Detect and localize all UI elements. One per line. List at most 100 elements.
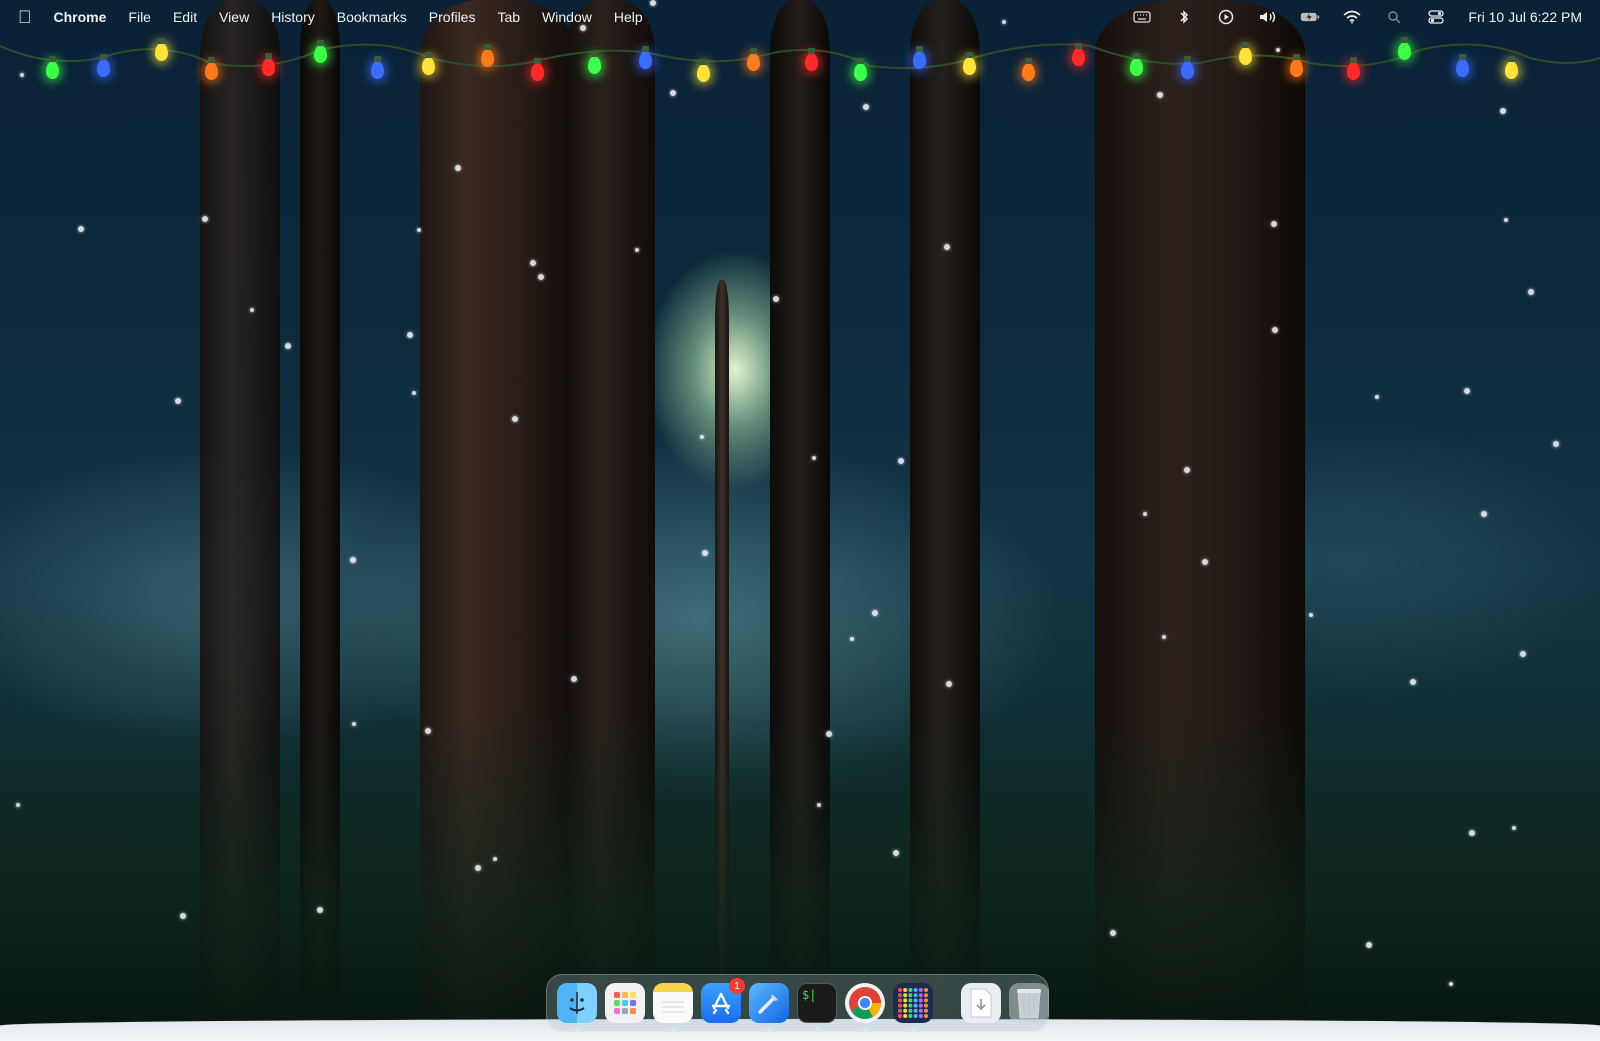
grid-dot xyxy=(913,1003,918,1008)
light-bulb xyxy=(1181,56,1194,79)
dock: 1 $| xyxy=(546,974,1049,1032)
snowflake xyxy=(475,865,481,871)
snowflake xyxy=(1184,467,1190,473)
snowflake xyxy=(702,550,708,556)
dock-chrome[interactable] xyxy=(845,983,885,1032)
dock-notes[interactable] xyxy=(653,983,693,1032)
menu-bar-clock[interactable]: Fri 10 Jul 6:22 PM xyxy=(1468,9,1582,25)
grid-dot xyxy=(918,1008,923,1013)
grid-dot xyxy=(918,1003,923,1008)
grid-dot xyxy=(924,1003,928,1008)
dock-xcode[interactable] xyxy=(749,983,789,1032)
grid-dot xyxy=(924,1014,928,1018)
menu-edit[interactable]: Edit xyxy=(173,9,197,25)
snowflake xyxy=(1410,679,1416,685)
snowflake xyxy=(425,728,431,734)
light-bulb xyxy=(1398,37,1411,60)
snowflake xyxy=(817,803,821,807)
play-icon[interactable] xyxy=(1216,9,1236,25)
grid-dot xyxy=(903,988,908,992)
grid-dot xyxy=(913,1014,918,1018)
snowflake xyxy=(1272,327,1278,333)
grid-dot xyxy=(908,993,913,998)
bluetooth-icon[interactable] xyxy=(1174,9,1194,25)
snowflake xyxy=(1553,441,1559,447)
snowflake xyxy=(1504,218,1508,222)
dock-grid-app[interactable] xyxy=(893,983,933,1032)
light-bulb xyxy=(1239,42,1252,65)
dock-terminal[interactable]: $| xyxy=(797,983,837,1031)
snowflake xyxy=(812,456,816,460)
snowflake xyxy=(944,244,950,250)
light-bulb xyxy=(1505,56,1518,79)
dock-downloads-stack[interactable] xyxy=(961,983,1001,1023)
finder-icon xyxy=(569,992,585,1014)
dock-finder[interactable] xyxy=(557,983,597,1032)
snowflake xyxy=(893,850,899,856)
snowflake xyxy=(635,248,639,252)
light-bulb xyxy=(639,46,652,69)
menu-view[interactable]: View xyxy=(219,9,249,25)
keyboard-icon[interactable] xyxy=(1132,9,1152,25)
snowflake xyxy=(352,722,356,726)
dock-trash[interactable] xyxy=(1009,983,1049,1023)
wifi-icon[interactable] xyxy=(1342,9,1362,25)
snowflake xyxy=(1512,826,1516,830)
spotlight-search-icon[interactable] xyxy=(1384,9,1404,25)
light-bulb xyxy=(697,59,710,82)
snowflake xyxy=(493,857,497,861)
menu-history[interactable]: History xyxy=(271,9,315,25)
apple-logo-icon[interactable]:  xyxy=(18,7,32,28)
grid-dot xyxy=(898,998,902,1003)
light-bulb xyxy=(46,56,59,79)
snowflake xyxy=(250,308,254,312)
menu-window[interactable]: Window xyxy=(542,9,592,25)
running-indicator xyxy=(911,1028,915,1032)
snowflake xyxy=(1366,942,1372,948)
notes-icon xyxy=(662,1001,684,1013)
snowflake xyxy=(417,228,421,232)
light-bulb xyxy=(97,54,110,77)
menu-bookmarks[interactable]: Bookmarks xyxy=(337,9,407,25)
snowflake xyxy=(202,216,208,222)
light-bulb xyxy=(422,52,435,75)
menu-app-name[interactable]: Chrome xyxy=(54,9,107,25)
menu-bar:  Chrome File Edit View History Bookmark… xyxy=(0,0,1600,34)
volume-icon[interactable] xyxy=(1258,9,1278,25)
snowflake xyxy=(412,391,416,395)
snowflake xyxy=(78,226,84,232)
dotted-grid-app-icon xyxy=(898,988,928,1018)
grid-dot xyxy=(898,993,902,998)
snowflake xyxy=(317,907,323,913)
control-center-icon[interactable] xyxy=(1426,9,1446,25)
light-bulb xyxy=(1022,58,1035,81)
snowflake xyxy=(16,803,20,807)
menu-help[interactable]: Help xyxy=(614,9,643,25)
trash-icon xyxy=(1017,989,1041,1019)
grid-dot xyxy=(918,993,923,998)
light-bulb xyxy=(854,58,867,81)
snowflake xyxy=(863,104,869,110)
grid-dot xyxy=(898,1008,902,1013)
dock-launchpad[interactable] xyxy=(605,983,645,1023)
menu-file[interactable]: File xyxy=(128,9,151,25)
battery-charging-icon[interactable] xyxy=(1300,9,1320,25)
grid-dot xyxy=(908,1014,913,1018)
snowflake xyxy=(700,435,704,439)
snowflake xyxy=(1481,511,1487,517)
snowflake xyxy=(1162,635,1166,639)
light-bulb xyxy=(1290,54,1303,77)
menu-tab[interactable]: Tab xyxy=(497,9,520,25)
snowflake xyxy=(1464,388,1470,394)
dock-app-store[interactable]: 1 xyxy=(701,978,745,1023)
chrome-icon xyxy=(849,987,882,1020)
light-bulb xyxy=(262,53,275,76)
grid-dot xyxy=(903,1003,908,1008)
grid-dot xyxy=(913,998,918,1003)
menu-profiles[interactable]: Profiles xyxy=(429,9,476,25)
light-bulb xyxy=(1347,57,1360,80)
snowflake xyxy=(773,296,779,302)
light-bulb xyxy=(155,38,168,61)
light-bulb xyxy=(314,40,327,63)
snowflake xyxy=(826,731,832,737)
